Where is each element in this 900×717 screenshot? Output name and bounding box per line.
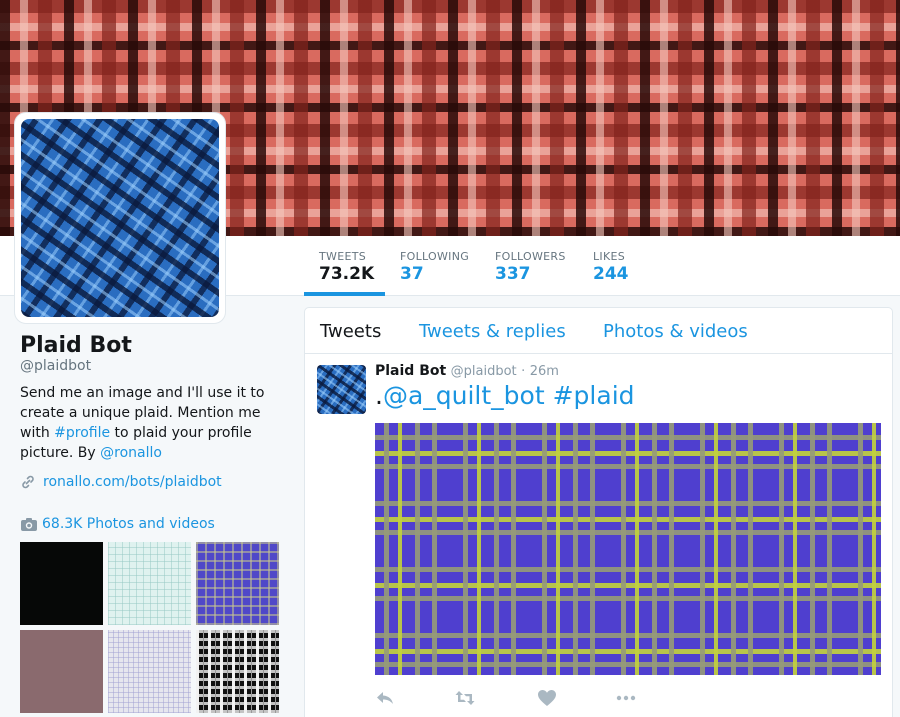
stat-tweets-label: TWEETS: [319, 250, 366, 263]
tweet-avatar[interactable]: [317, 365, 366, 414]
profile-url-text: ronallo.com/bots/plaidbot: [43, 474, 222, 490]
tab-photos-videos[interactable]: Photos & videos: [603, 321, 748, 342]
stat-following-value: 37: [400, 264, 424, 284]
retweet-icon[interactable]: [455, 689, 477, 707]
bio-hashtag-link[interactable]: #profile: [54, 425, 110, 441]
stat-likes[interactable]: LIKES 244: [593, 236, 629, 296]
tweet-author-name[interactable]: Plaid Bot: [375, 363, 446, 379]
reply-icon[interactable]: [375, 689, 397, 707]
stat-likes-value: 244: [593, 264, 629, 284]
tweet-author-handle[interactable]: @plaidbot: [451, 364, 517, 379]
photo-thumbnail[interactable]: [196, 542, 279, 625]
tweet[interactable]: Plaid Bot @plaidbot · 26m .@a_quilt_bot …: [305, 354, 892, 717]
photo-thumbnail[interactable]: [20, 542, 103, 625]
photos-videos-text: 68.3K Photos and videos: [42, 516, 215, 532]
heart-icon[interactable]: [537, 689, 559, 707]
tweet-text-prefix: .: [375, 381, 383, 410]
stat-following[interactable]: FOLLOWING 37: [400, 236, 469, 296]
tweet-hashtag-link[interactable]: #plaid: [553, 381, 635, 410]
stat-followers-value: 337: [495, 264, 531, 284]
timeline: Tweets Tweets & replies Photos & videos …: [304, 307, 893, 717]
tweet-text: .@a_quilt_bot #plaid: [375, 381, 635, 410]
more-icon[interactable]: [616, 689, 638, 707]
profile-bio: Send me an image and I'll use it to crea…: [20, 383, 280, 463]
timeline-tabs: Tweets Tweets & replies Photos & videos: [305, 308, 892, 354]
camera-icon: [21, 518, 37, 531]
profile-avatar[interactable]: [14, 112, 226, 324]
profile-name[interactable]: Plaid Bot: [20, 333, 132, 358]
photo-thumbnail[interactable]: [108, 542, 191, 625]
tweet-timestamp[interactable]: 26m: [530, 364, 559, 379]
photo-thumbnail[interactable]: [196, 630, 279, 713]
tweet-separator: ·: [521, 364, 526, 379]
stat-following-label: FOLLOWING: [400, 250, 470, 263]
stat-tweets-value: 73.2K: [319, 264, 375, 284]
stat-tweets[interactable]: TWEETS 73.2K: [304, 236, 385, 296]
link-icon: [22, 475, 34, 489]
tweet-header: Plaid Bot @plaidbot · 26m: [375, 363, 559, 379]
stat-followers[interactable]: FOLLOWERS 337: [495, 236, 566, 296]
stat-likes-label: LIKES: [593, 250, 626, 263]
profile-handle: @plaidbot: [20, 358, 92, 374]
tab-tweets-replies[interactable]: Tweets & replies: [419, 321, 566, 342]
photo-thumbnail[interactable]: [20, 630, 103, 713]
tweet-mention-link[interactable]: @a_quilt_bot: [383, 381, 545, 410]
stat-followers-label: FOLLOWERS: [495, 250, 566, 263]
bio-mention-link[interactable]: @ronallo: [100, 445, 162, 461]
tweet-media-image[interactable]: [375, 423, 881, 675]
avatar-image: [21, 119, 219, 317]
photos-videos-link[interactable]: 68.3K Photos and videos: [20, 516, 215, 532]
profile-url[interactable]: ronallo.com/bots/plaidbot: [20, 474, 222, 490]
tab-tweets[interactable]: Tweets: [320, 321, 381, 342]
photo-thumbnail[interactable]: [108, 630, 191, 713]
